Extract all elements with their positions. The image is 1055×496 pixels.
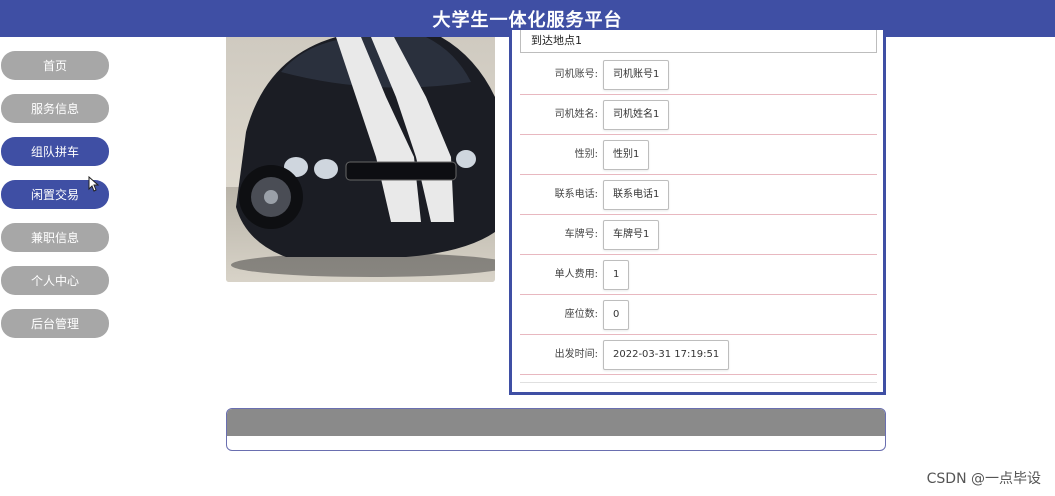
field-label: 座位数: — [564, 309, 598, 320]
carpool-details-panel: 到达地点1 司机账号: 司机账号1 司机姓名: 司机姓名1 性别: 性别1 联系… — [509, 30, 886, 395]
field-row-driver-account: 司机账号: 司机账号1 — [520, 55, 877, 95]
driver-account-value[interactable]: 司机账号1 — [603, 60, 670, 90]
field-row-plate-number: 车牌号: 车牌号1 — [520, 215, 877, 255]
sidebar-item-home[interactable]: 首页 — [1, 51, 109, 80]
field-label: 车牌号: — [564, 229, 598, 240]
field-row-departure-time: 出发时间: 2022-03-31 17:19:51 — [520, 335, 877, 375]
field-row-phone: 联系电话: 联系电话1 — [520, 175, 877, 215]
plate-number-value[interactable]: 车牌号1 — [603, 220, 660, 250]
sidebar-item-label: 个人中心 — [30, 274, 79, 288]
fare-value[interactable]: 1 — [603, 260, 630, 290]
car-illustration — [226, 37, 495, 282]
sidebar-item-label: 首页 — [42, 59, 67, 73]
page-title: 大学生一体化服务平台 — [432, 9, 623, 31]
gender-value[interactable]: 性别1 — [603, 140, 650, 170]
field-row-seats: 座位数: 0 — [520, 295, 877, 335]
comments-card — [226, 408, 886, 451]
phone-value[interactable]: 联系电话1 — [603, 180, 670, 210]
sidebar-item-label: 组队拼车 — [30, 145, 79, 159]
watermark: CSDN @一点毕设 — [926, 471, 1041, 487]
seats-value[interactable]: 0 — [603, 300, 630, 330]
car-photo — [226, 37, 495, 282]
field-label: 性别: — [574, 149, 598, 160]
sidebar-item-carpool[interactable]: 组队拼车 — [1, 137, 109, 166]
sidebar-item-part-time[interactable]: 兼职信息 — [1, 223, 109, 252]
sidebar-item-profile[interactable]: 个人中心 — [1, 266, 109, 295]
sidebar-item-label: 闲置交易 — [30, 188, 79, 202]
field-row-driver-name: 司机姓名: 司机姓名1 — [520, 95, 877, 135]
sidebar-item-admin[interactable]: 后台管理 — [1, 309, 109, 338]
field-label: 出发时间: — [554, 349, 598, 360]
sidebar-item-label: 服务信息 — [30, 102, 79, 116]
departure-time-value[interactable]: 2022-03-31 17:19:51 — [603, 340, 730, 370]
field-row-gender: 性别: 性别1 — [520, 135, 877, 175]
field-label: 单人费用: — [554, 269, 598, 280]
field-label: 司机账号: — [554, 69, 598, 80]
sidebar-item-label: 后台管理 — [30, 317, 79, 331]
comments-card-header — [227, 409, 885, 436]
field-label: 司机姓名: — [554, 109, 598, 120]
destination-field[interactable]: 到达地点1 — [520, 30, 877, 53]
field-label: 联系电话: — [554, 189, 598, 200]
divider — [520, 382, 877, 383]
driver-name-value[interactable]: 司机姓名1 — [603, 100, 670, 130]
sidebar-item-service-info[interactable]: 服务信息 — [1, 94, 109, 123]
sidebar-item-label: 兼职信息 — [30, 231, 79, 245]
mouse-cursor-icon — [88, 176, 100, 192]
field-row-fare: 单人费用: 1 — [520, 255, 877, 295]
